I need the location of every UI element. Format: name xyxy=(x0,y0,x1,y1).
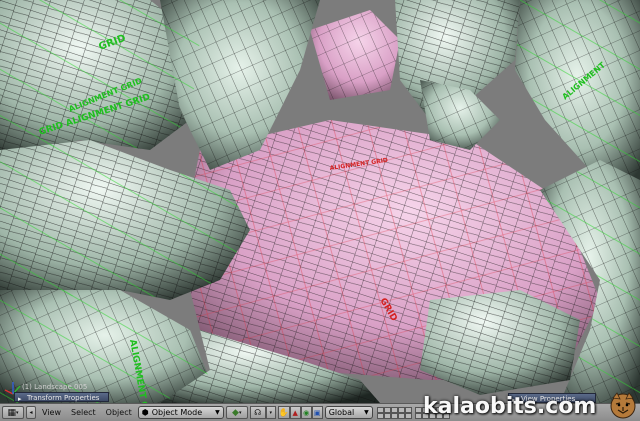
object-name-label: (1) Landscape.005 xyxy=(22,383,88,391)
pivot-icon: ☊ xyxy=(254,408,262,417)
watermark-text: kalaobits.com xyxy=(423,394,597,419)
chevron-down-icon: ▼ xyxy=(364,409,369,416)
panel-title: Transform Properties xyxy=(27,394,100,402)
orientation-select-value: Global xyxy=(328,408,355,417)
rotate-icon: ◉ xyxy=(303,408,310,417)
shading-icon: ◆ xyxy=(232,407,239,418)
triangle-icon: ◂ xyxy=(29,409,33,416)
chevron-down-icon: ▾ xyxy=(269,409,272,416)
menu-collapse-button[interactable]: ◂ xyxy=(26,406,36,419)
layer-button[interactable] xyxy=(390,412,398,419)
manipulator-group: ✋ ▲ ◉ ▣ xyxy=(277,406,323,419)
mode-select-value: Object Mode xyxy=(151,408,203,417)
manipulator-toggle[interactable]: ✋ xyxy=(277,406,290,419)
layer-button[interactable] xyxy=(376,412,384,419)
object-mode-icon: ⬢ xyxy=(141,408,149,417)
editor-type-button[interactable]: ▦ ▾ xyxy=(2,406,24,419)
rotate-manipulator[interactable]: ◉ xyxy=(300,406,312,419)
layer-button[interactable] xyxy=(397,412,405,419)
pivot-group: ☊ ▾ xyxy=(249,406,276,419)
3d-viewport[interactable]: GRID ALIGNMENT GRID ALIGNMENT GRID GRID … xyxy=(0,0,640,403)
translate-manipulator[interactable]: ▲ xyxy=(289,406,301,419)
pivot-dropdown[interactable]: ▾ xyxy=(265,406,276,419)
layer-button[interactable] xyxy=(414,412,422,419)
menu-view[interactable]: View xyxy=(38,406,65,419)
layer-button[interactable] xyxy=(404,412,412,419)
menu-object[interactable]: Object xyxy=(102,406,136,419)
blender-window: GRID ALIGNMENT GRID ALIGNMENT GRID GRID … xyxy=(0,0,640,421)
tiger-logo-icon xyxy=(608,390,638,420)
draw-type-button[interactable]: ◆ ▾ xyxy=(225,406,248,419)
layer-button[interactable] xyxy=(383,412,391,419)
hand-icon: ✋ xyxy=(278,408,289,417)
grid-icon: ▦ xyxy=(7,407,16,418)
transform-properties-panel[interactable]: ▸ Transform Properties xyxy=(14,392,109,403)
menu-select[interactable]: Select xyxy=(67,406,100,419)
pivot-button[interactable]: ☊ xyxy=(249,406,266,419)
chevron-down-icon: ▼ xyxy=(215,409,220,416)
viewport-scene[interactable]: GRID ALIGNMENT GRID ALIGNMENT GRID GRID … xyxy=(0,0,640,403)
mode-select[interactable]: ⬢ Object Mode ▼ xyxy=(137,406,224,419)
scale-manipulator[interactable]: ▣ xyxy=(311,406,323,419)
collapse-triangle-icon[interactable]: ▸ xyxy=(18,394,22,403)
orientation-select[interactable]: Global ▼ xyxy=(324,406,373,419)
scale-icon: ▣ xyxy=(313,408,321,417)
translate-icon: ▲ xyxy=(292,408,298,417)
